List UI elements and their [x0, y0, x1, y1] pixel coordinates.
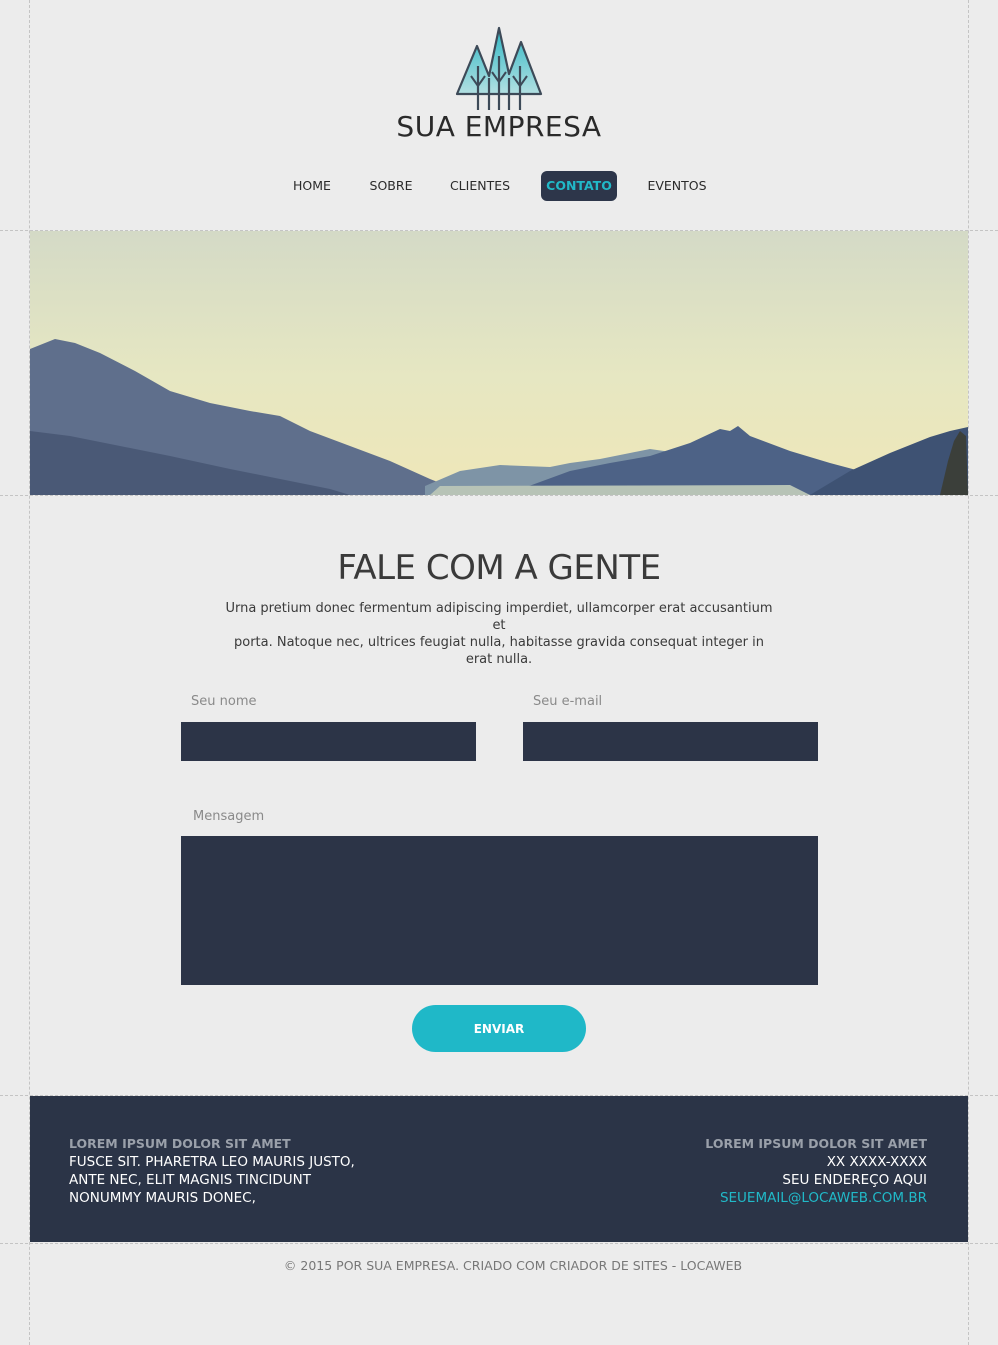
- intro-text: Urna pretium donec fermentum adipiscing …: [224, 600, 774, 668]
- page-title: FALE COM A GENTE: [337, 548, 661, 588]
- nav-item-clientes[interactable]: CLIENTES: [444, 171, 516, 201]
- email-label: Seu e-mail: [533, 694, 603, 709]
- footer-address: SEU ENDEREÇO AQUI: [782, 1172, 927, 1188]
- submit-button[interactable]: ENVIAR: [412, 1005, 586, 1052]
- footer-left-line: FUSCE SIT. PHARETRA LEO MAURIS JUSTO,: [69, 1154, 355, 1170]
- section-divider: [0, 495, 998, 496]
- site-footer: LOREM IPSUM DOLOR SIT AMET FUSCE SIT. PH…: [30, 1096, 968, 1242]
- mountain-trees-logo-icon[interactable]: [449, 26, 549, 114]
- section-divider: [0, 1243, 998, 1244]
- footer-left-line: ANTE NEC, ELIT MAGNIS TINCIDUNT: [69, 1172, 312, 1188]
- nav-item-contato[interactable]: CONTATO: [541, 171, 617, 201]
- footer-phone: XX XXXX-XXXX: [826, 1154, 927, 1170]
- nav-item-home[interactable]: HOME: [282, 171, 342, 201]
- intro-line-1: Urna pretium donec fermentum adipiscing …: [225, 601, 773, 633]
- footer-right-column: LOREM IPSUM DOLOR SIT AMET XX XXXX-XXXX …: [705, 1135, 927, 1207]
- main-nav: HOME SOBRE CLIENTES CONTATO EVENTOS: [0, 171, 998, 201]
- name-input[interactable]: [181, 722, 476, 761]
- message-label: Mensagem: [193, 809, 265, 824]
- footer-left-line: NONUMMY MAURIS DONEC,: [69, 1190, 256, 1206]
- message-textarea[interactable]: [181, 836, 818, 985]
- intro-line-2: porta. Natoque nec, ultrices feugiat nul…: [233, 635, 764, 667]
- email-input[interactable]: [523, 722, 818, 761]
- footer-email-link[interactable]: SEUEMAIL@LOCAWEB.COM.BR: [705, 1189, 927, 1207]
- brand-name[interactable]: SUA EMPRESA: [0, 110, 998, 143]
- footer-left-column: LOREM IPSUM DOLOR SIT AMET FUSCE SIT. PH…: [69, 1135, 355, 1207]
- nav-item-eventos[interactable]: EVENTOS: [641, 171, 713, 201]
- layout-guide-right: [968, 0, 969, 1345]
- footer-right-heading: LOREM IPSUM DOLOR SIT AMET: [705, 1136, 927, 1151]
- nav-item-sobre[interactable]: SOBRE: [363, 171, 419, 201]
- name-label: Seu nome: [191, 694, 257, 709]
- copyright-text: © 2015 POR SUA EMPRESA. CRIADO COM CRIAD…: [283, 1258, 743, 1273]
- footer-left-heading: LOREM IPSUM DOLOR SIT AMET: [69, 1136, 291, 1151]
- hero-banner: [30, 231, 968, 495]
